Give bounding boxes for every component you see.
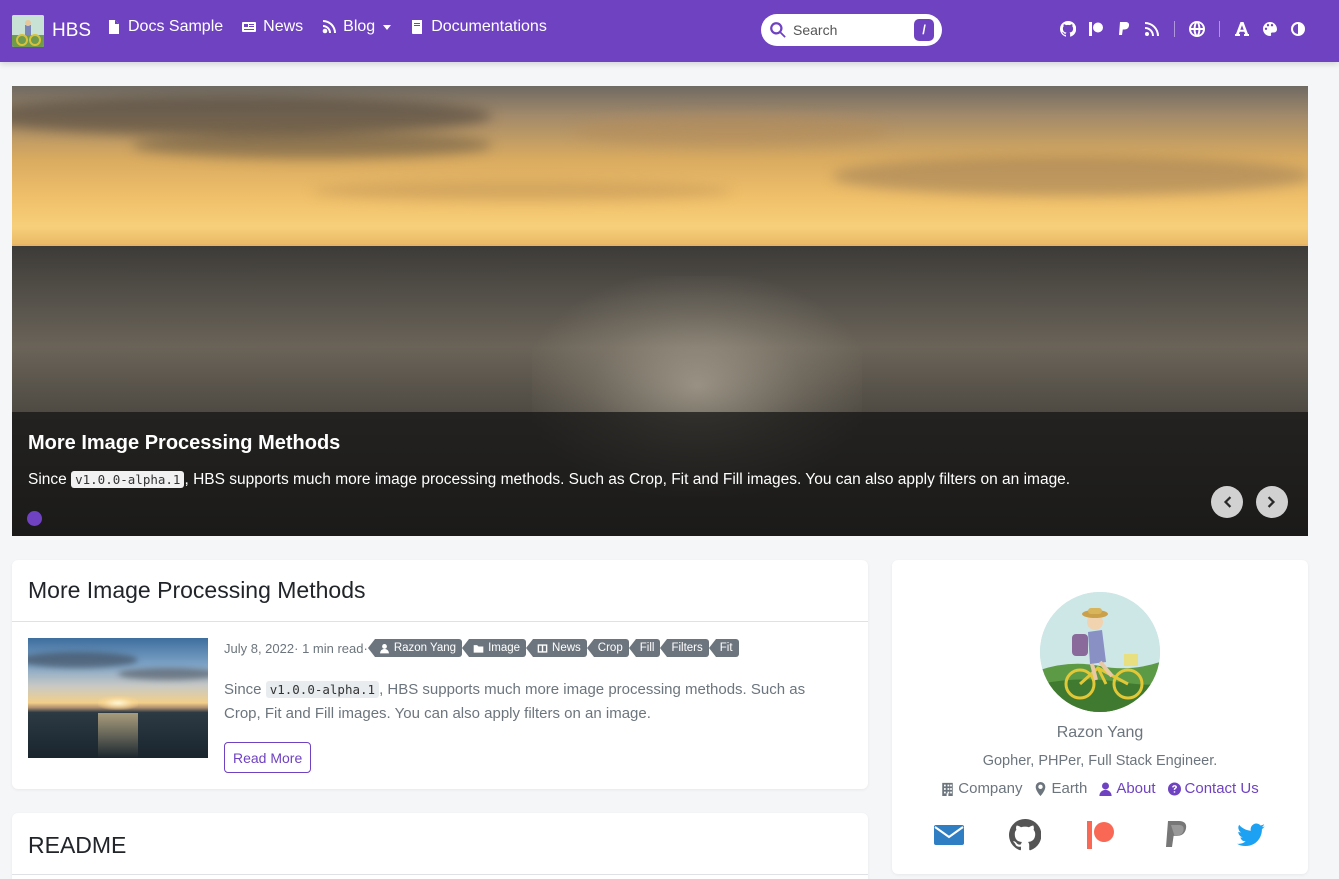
user-icon (1099, 781, 1112, 796)
nav-link-news[interactable]: News (241, 18, 303, 36)
chevron-down-icon (383, 24, 392, 30)
profile-company: Company (941, 780, 1022, 797)
github-icon[interactable] (1008, 818, 1042, 852)
folder-icon (473, 644, 484, 653)
divider (12, 621, 868, 622)
brand-link[interactable]: HBS (12, 15, 91, 47)
post-title[interactable]: More Image Processing Methods (28, 577, 366, 604)
nav-link-label: Blog (343, 18, 376, 35)
version-code: v1.0.0-alpha.1 (71, 471, 185, 488)
map-marker-icon (1036, 781, 1046, 796)
paypal-icon[interactable] (1159, 818, 1193, 852)
nav-link-label: Documentations (431, 18, 547, 35)
building-icon (942, 782, 954, 796)
globe-icon[interactable] (1188, 20, 1206, 38)
profile-card: Razon Yang Gopher, PHPer, Full Stack Eng… (892, 560, 1308, 874)
email-icon[interactable] (932, 818, 966, 852)
carousel-title: More Image Processing Methods (28, 432, 341, 454)
columns-icon (537, 643, 548, 653)
nav-link-label: News (263, 18, 304, 35)
post-thumbnail[interactable] (28, 638, 208, 758)
post-date: July 8, 2022 (224, 640, 295, 656)
carousel-caption: More Image Processing Methods Since v1.0… (12, 412, 1308, 536)
github-icon[interactable] (1059, 20, 1077, 38)
nav-icons (1054, 20, 1312, 38)
tag-filters[interactable]: Filters (660, 639, 709, 657)
search-icon (770, 22, 786, 38)
read-more-button[interactable]: Read More (224, 742, 312, 773)
question-circle-icon (1167, 782, 1181, 795)
category-tag-image[interactable]: Image (462, 639, 527, 657)
navbar: HBS Docs Sample News Blog Documentations… (0, 0, 1339, 62)
carousel-image-sky (12, 86, 1308, 246)
nav-link-blog[interactable]: Blog (321, 18, 392, 36)
newspaper-icon (242, 22, 257, 32)
brand-logo (12, 15, 44, 47)
rss-icon[interactable] (1143, 20, 1161, 38)
profile-name: Razon Yang (1056, 724, 1144, 741)
tag-fit[interactable]: Fit (708, 639, 739, 657)
font-icon[interactable] (1233, 20, 1251, 38)
user-icon (379, 643, 389, 653)
search-shortcut-key: / (914, 19, 934, 41)
nav-divider (1219, 21, 1220, 37)
version-code: v1.0.0-alpha.1 (265, 681, 380, 698)
search-input[interactable] (793, 22, 903, 38)
post-read-time: 1 min read (302, 640, 364, 656)
brand-name: HBS (52, 20, 92, 41)
patreon-icon[interactable] (1087, 20, 1105, 38)
file-icon (109, 20, 119, 34)
contrast-icon[interactable] (1289, 20, 1307, 38)
about-link[interactable]: About (1099, 780, 1156, 797)
carousel-next-button[interactable] (1256, 486, 1288, 518)
paypal-icon[interactable] (1115, 20, 1133, 38)
hero-carousel[interactable]: More Image Processing Methods Since v1.0… (12, 86, 1308, 536)
contact-us-link[interactable]: Contact Us (1167, 780, 1259, 797)
search-box[interactable]: / (761, 14, 942, 46)
twitter-icon[interactable] (1234, 818, 1268, 852)
book-icon (412, 20, 423, 34)
profile-bio: Gopher, PHPer, Full Stack Engineer. (982, 753, 1218, 769)
profile-location: Earth (1034, 780, 1087, 797)
palette-icon[interactable] (1261, 20, 1279, 38)
divider (12, 874, 868, 875)
chevron-right-icon (1267, 496, 1276, 508)
tag-fill[interactable]: Fill (628, 639, 661, 657)
post-card: More Image Processing Methods July 8, 20… (12, 560, 868, 789)
post-meta: July 8, 2022 · 1 min read · Razon Yang I… (224, 639, 739, 657)
readme-title: README (28, 832, 127, 858)
blog-icon (322, 20, 337, 34)
tag-crop[interactable]: Crop (586, 639, 629, 657)
category-tag-news[interactable]: News (526, 639, 587, 657)
carousel-text: Since v1.0.0-alpha.1, HBS supports much … (28, 471, 1071, 488)
author-tag[interactable]: Razon Yang (367, 639, 463, 657)
carousel-indicator[interactable] (27, 511, 42, 526)
patreon-icon[interactable] (1083, 818, 1117, 852)
nav-divider (1174, 21, 1175, 37)
chevron-left-icon (1223, 496, 1232, 508)
social-links (932, 818, 1268, 852)
post-summary: Since v1.0.0-alpha.1, HBS supports much … (224, 681, 806, 722)
carousel-prev-button[interactable] (1211, 486, 1243, 518)
nav-links: Docs Sample News Blog Documentations (106, 18, 547, 36)
profile-links: Company Earth About Contact Us (892, 780, 1308, 797)
nav-link-docs-sample[interactable]: Docs Sample (106, 18, 223, 36)
readme-card: README (12, 813, 868, 879)
nav-link-documentations[interactable]: Documentations (409, 18, 547, 36)
avatar (1040, 592, 1160, 712)
nav-link-label: Docs Sample (128, 18, 224, 35)
